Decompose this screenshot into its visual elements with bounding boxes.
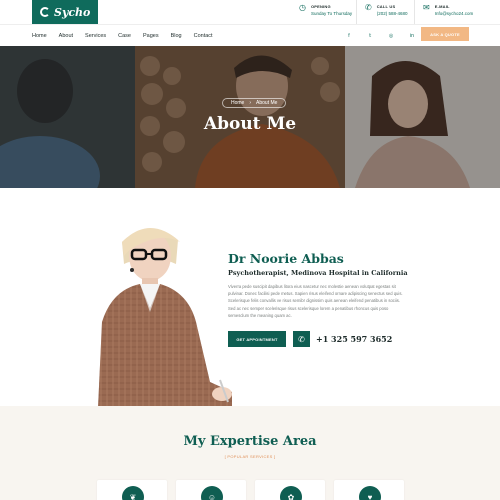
get-appointment-button[interactable]: GET APPOINTMENT xyxy=(228,331,286,347)
divider xyxy=(356,0,357,24)
breadcrumb-current: About Me xyxy=(256,100,278,106)
nav-link-blog[interactable]: Blog xyxy=(171,33,182,39)
therapy-icon: ☺ xyxy=(201,486,223,500)
nav-link-contact[interactable]: Contact xyxy=(194,33,213,39)
nav-links: Home About Services Case Pages Blog Cont… xyxy=(32,25,213,47)
phone-call-icon[interactable]: ✆ xyxy=(293,331,310,347)
phone-icon: ✆ xyxy=(365,3,372,12)
breadcrumb-home[interactable]: Home xyxy=(231,100,244,106)
opening-value: Sunday To Thursday xyxy=(310,11,353,16)
topbar: Sycho ◷ OPENING Sunday To Thursday ✆ CAL… xyxy=(0,0,500,24)
phone-number[interactable]: +1 325 597 3652 xyxy=(316,334,392,344)
heart-icon: ♥ xyxy=(359,486,381,500)
clock-icon: ◷ xyxy=(299,3,306,12)
doctor-role: Psychotherapist, Medinova Hospital in Ca… xyxy=(228,269,408,277)
ask-quote-button[interactable]: ASK A QUOTE xyxy=(421,27,469,41)
call-us[interactable]: ✆ CALL US (202) 588-4680 xyxy=(365,3,408,17)
page: Sycho ◷ OPENING Sunday To Thursday ✆ CAL… xyxy=(0,0,500,500)
breadcrumb: Home › About Me xyxy=(222,98,287,108)
nav-link-case[interactable]: Case xyxy=(118,33,131,39)
service-card[interactable]: ☺ xyxy=(176,480,246,500)
brain-care-icon: ❦ xyxy=(122,486,144,500)
twitter-icon[interactable]: 𝕥 xyxy=(364,30,376,42)
expertise-subtitle: [ POPULAR SERVICES ] xyxy=(224,454,276,459)
mind-icon: ✿ xyxy=(280,486,302,500)
service-card[interactable]: ♥ xyxy=(334,480,404,500)
doctor-name: Dr Noorie Abbas xyxy=(228,251,344,266)
linkedin-icon[interactable]: in xyxy=(406,30,418,42)
logo[interactable]: Sycho xyxy=(32,0,98,24)
logo-text: Sycho xyxy=(54,5,91,19)
logo-mark-icon xyxy=(40,7,50,17)
doctor-bio: Viverra pede suscipit dapibus litora eiu… xyxy=(228,284,403,318)
email-label: E-MAIL xyxy=(434,4,450,9)
nav-link-about[interactable]: About xyxy=(59,33,73,39)
expertise-title: My Expertise Area xyxy=(183,434,317,449)
facebook-icon[interactable]: f xyxy=(343,30,355,42)
email-value[interactable]: Info@sycho24.com xyxy=(435,11,474,16)
divider xyxy=(414,0,415,24)
opening-label: OPENING xyxy=(310,4,331,9)
nav-link-home[interactable]: Home xyxy=(32,33,47,39)
service-card[interactable]: ❦ xyxy=(97,480,167,500)
mail-icon: ✉ xyxy=(423,3,430,12)
instagram-icon[interactable]: ◎ xyxy=(385,30,397,42)
nav-link-pages[interactable]: Pages xyxy=(143,33,159,39)
nav-link-services[interactable]: Services xyxy=(85,33,106,39)
breadcrumb-separator-icon: › xyxy=(249,100,252,106)
call-value[interactable]: (202) 588-4680 xyxy=(377,11,408,16)
page-title: About Me xyxy=(203,114,297,134)
service-card[interactable]: ✿ xyxy=(255,480,325,500)
expertise-section xyxy=(0,406,500,500)
doctor-portrait xyxy=(98,228,232,408)
call-label: CALL US xyxy=(376,4,396,9)
opening-hours: ◷ OPENING Sunday To Thursday xyxy=(299,3,353,17)
email[interactable]: ✉ E-MAIL Info@sycho24.com xyxy=(423,3,474,17)
